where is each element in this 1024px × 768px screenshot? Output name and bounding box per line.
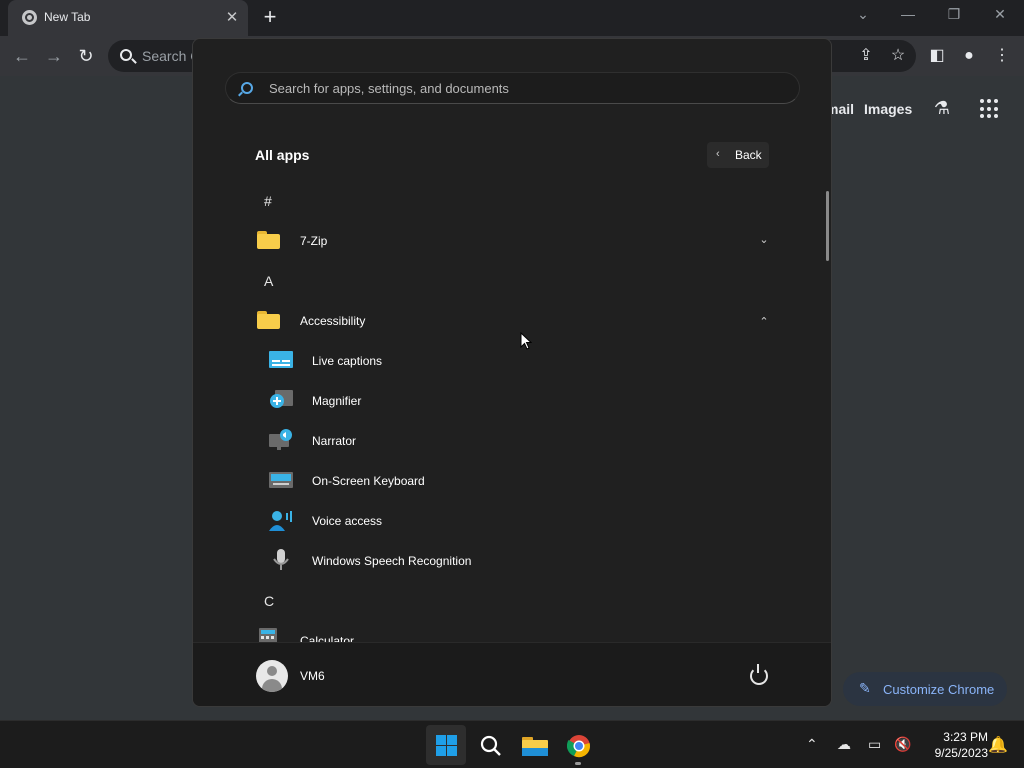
labs-flask-icon[interactable]: ⚗ xyxy=(932,98,952,120)
letter-header-c[interactable]: C xyxy=(264,593,274,609)
customize-chrome-label: Customize Chrome xyxy=(883,682,995,697)
new-tab-button[interactable]: + xyxy=(258,6,282,30)
pencil-icon: ✎ xyxy=(859,680,871,696)
clock-time: 3:23 PM xyxy=(943,730,988,744)
tab-search-icon[interactable]: ⌄ xyxy=(851,6,875,26)
onedrive-icon[interactable]: ☁ xyxy=(837,736,851,753)
app-label: Calculator xyxy=(300,634,355,642)
magnifier-icon xyxy=(270,390,293,408)
app-label: Windows Speech Recognition xyxy=(312,554,472,568)
tab-new-tab[interactable]: New Tab ✕ xyxy=(8,0,248,36)
network-icon[interactable]: ▭ xyxy=(868,736,881,753)
volume-muted-icon[interactable]: 🔇 xyxy=(894,736,911,753)
side-panel-icon[interactable]: ◧ xyxy=(926,45,948,67)
close-tab-icon[interactable]: ✕ xyxy=(222,8,242,28)
tab-strip: New Tab ✕ + ⌄ — ❐ ✕ xyxy=(0,0,1024,36)
back-label: Back xyxy=(735,148,762,162)
running-indicator xyxy=(575,762,581,765)
chevron-left-icon: ‹ xyxy=(716,148,720,160)
start-footer: VM6 xyxy=(193,642,831,706)
start-search-input[interactable]: Search for apps, settings, and documents xyxy=(225,72,800,104)
all-apps-list: # 7-Zip ⌄ A Accessibility ⌃ Live caption… xyxy=(193,179,831,642)
app-label: On-Screen Keyboard xyxy=(312,474,425,488)
tab-title: New Tab xyxy=(44,10,91,24)
share-icon[interactable]: ⇪ xyxy=(855,45,877,67)
app-label: Narrator xyxy=(312,434,357,448)
chevron-up-icon[interactable]: ⌃ xyxy=(806,736,818,753)
app-label: Voice access xyxy=(312,514,383,528)
clock-date: 9/25/2023 xyxy=(934,746,988,760)
back-arrow-icon[interactable]: ← xyxy=(10,44,34,68)
chrome-taskbar-button[interactable] xyxy=(558,725,598,765)
calculator-icon xyxy=(259,628,277,642)
user-name: VM6 xyxy=(300,669,325,683)
chrome-favicon-icon xyxy=(22,10,37,25)
chevron-down-icon[interactable]: ⌄ xyxy=(757,233,771,247)
profile-icon[interactable]: ● xyxy=(958,45,980,67)
close-window-button[interactable]: ✕ xyxy=(988,6,1012,26)
images-link[interactable]: Images xyxy=(864,101,912,117)
letter-header-a[interactable]: A xyxy=(264,273,273,289)
file-explorer-button[interactable] xyxy=(514,725,554,765)
minimize-button[interactable]: — xyxy=(896,6,920,26)
keyboard-icon xyxy=(269,472,293,488)
taskbar-search-button[interactable] xyxy=(470,725,510,765)
folder-icon xyxy=(257,231,280,249)
customize-chrome-button[interactable]: ✎ Customize Chrome xyxy=(843,672,1007,706)
start-search-placeholder: Search for apps, settings, and documents xyxy=(269,81,509,96)
back-button[interactable]: ‹ Back xyxy=(707,142,769,168)
start-button[interactable] xyxy=(426,725,466,765)
live-captions-icon xyxy=(269,351,293,368)
reload-icon[interactable]: ↻ xyxy=(74,44,98,68)
all-apps-title: All apps xyxy=(255,147,310,163)
mouse-cursor-icon xyxy=(520,332,532,350)
avatar xyxy=(256,660,288,692)
app-label: Magnifier xyxy=(312,394,362,408)
power-icon[interactable] xyxy=(750,664,768,685)
all-apps-scrollbar[interactable] xyxy=(826,191,829,261)
search-icon xyxy=(241,82,253,94)
app-label: 7-Zip xyxy=(300,234,328,248)
narrator-icon xyxy=(269,429,292,450)
app-label: Accessibility xyxy=(300,314,366,328)
forward-arrow-icon[interactable]: → xyxy=(42,44,66,68)
windows-logo-icon xyxy=(436,735,457,756)
google-apps-icon[interactable] xyxy=(980,99,1000,119)
app-label: Live captions xyxy=(312,354,383,368)
microphone-icon xyxy=(273,549,289,570)
bookmark-star-icon[interactable]: ☆ xyxy=(887,45,909,67)
chrome-icon xyxy=(567,735,590,758)
file-explorer-icon xyxy=(522,737,548,756)
taskbar: ⌃ ☁ ▭ 🔇 3:23 PM 9/25/2023 🔔 xyxy=(0,720,1024,768)
menu-icon[interactable]: ⋮ xyxy=(991,45,1013,67)
folder-icon xyxy=(257,311,280,329)
clock[interactable]: 3:23 PM 9/25/2023 xyxy=(920,729,988,761)
letter-header-hash[interactable]: # xyxy=(264,193,272,209)
search-icon xyxy=(120,49,132,61)
start-menu: Search for apps, settings, and documents… xyxy=(192,38,832,707)
notification-bell-icon[interactable]: 🔔 xyxy=(988,735,1008,755)
voice-access-icon xyxy=(269,511,292,531)
chevron-up-icon[interactable]: ⌃ xyxy=(757,315,771,329)
search-icon xyxy=(480,735,501,756)
restore-button[interactable]: ❐ xyxy=(942,6,966,26)
